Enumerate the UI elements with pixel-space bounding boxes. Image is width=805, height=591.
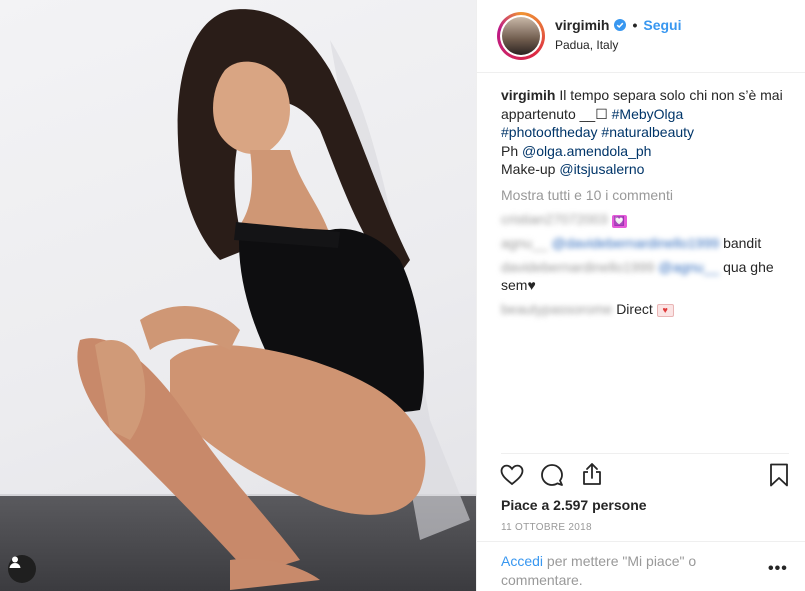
hashtag-photooftheday[interactable]: #photooftheday — [501, 124, 598, 140]
comment-username[interactable]: davidebernardinello1999 — [501, 259, 654, 275]
divider — [477, 541, 805, 542]
likes-count[interactable]: Piace a 2.597 persone — [501, 497, 647, 513]
post-header: virgimih • Segui Padua, Italy — [477, 0, 805, 73]
more-options-icon[interactable]: ••• — [768, 560, 788, 578]
hashtag-mebyolga[interactable]: #MebyOlga — [612, 106, 684, 122]
comment-mention[interactable]: @davidebernardinello1999 — [552, 235, 720, 251]
comment-mention[interactable]: @agnu__ — [658, 259, 719, 275]
comment-item: davidebernardinello1999 @agnu__ qua ghe … — [501, 258, 791, 294]
comment-item: beautypassorome Direct ♥ — [501, 300, 791, 318]
comment-text: bandit — [723, 235, 762, 251]
share-icon[interactable] — [579, 461, 605, 487]
comment-item: cristian27072003 💟 — [501, 210, 791, 228]
photo-figure — [77, 9, 470, 590]
comment-text: Direct — [616, 301, 653, 317]
mention-photographer[interactable]: @olga.amendola_ph — [522, 143, 651, 159]
comment-username[interactable]: cristian27072003 — [501, 211, 608, 227]
login-prompt: Accedi per mettere "Mi piace" o commenta… — [501, 552, 731, 589]
heart-letter-icon: ♥ — [656, 303, 674, 317]
caption-username[interactable]: virgimih — [501, 87, 555, 103]
post-date: 11 OTTOBRE 2018 — [501, 522, 592, 533]
bookmark-icon[interactable] — [766, 462, 792, 488]
hashtag-naturalbeauty[interactable]: #naturalbeauty — [601, 124, 694, 140]
emoji-icon: 💟 — [611, 215, 627, 228]
mention-makeup[interactable]: @itsjusalerno — [559, 161, 644, 177]
caption: virgimih Il tempo separa solo chi non s’… — [501, 86, 791, 179]
location-link[interactable]: Padua, Italy — [555, 38, 618, 52]
login-link[interactable]: Accedi — [501, 553, 543, 569]
post-photo[interactable] — [0, 0, 476, 591]
follow-button[interactable]: Segui — [643, 17, 681, 33]
separator-dot: • — [632, 17, 638, 33]
makeup-label: Make-up — [501, 161, 556, 177]
comment-item: agnu__ @davidebernardinello1999 bandit — [501, 234, 791, 252]
post-side-panel: virgimih • Segui Padua, Italy virgimih I… — [476, 0, 805, 591]
user-tag-icon[interactable] — [8, 555, 36, 583]
verified-badge-icon — [614, 19, 627, 31]
comment-username[interactable]: beautypassorome — [501, 301, 612, 317]
comment-username[interactable]: agnu__ — [501, 235, 548, 251]
show-all-comments-link[interactable]: Mostra tutti e 10 i commenti — [501, 186, 791, 205]
comment-icon[interactable] — [539, 462, 565, 488]
ph-label: Ph — [501, 142, 519, 159]
avatar[interactable] — [497, 12, 545, 60]
comments-section: virgimih Il tempo separa solo chi non s’… — [501, 86, 791, 318]
heart-icon[interactable] — [499, 462, 525, 488]
username[interactable]: virgimih — [555, 17, 609, 33]
divider — [501, 453, 789, 454]
